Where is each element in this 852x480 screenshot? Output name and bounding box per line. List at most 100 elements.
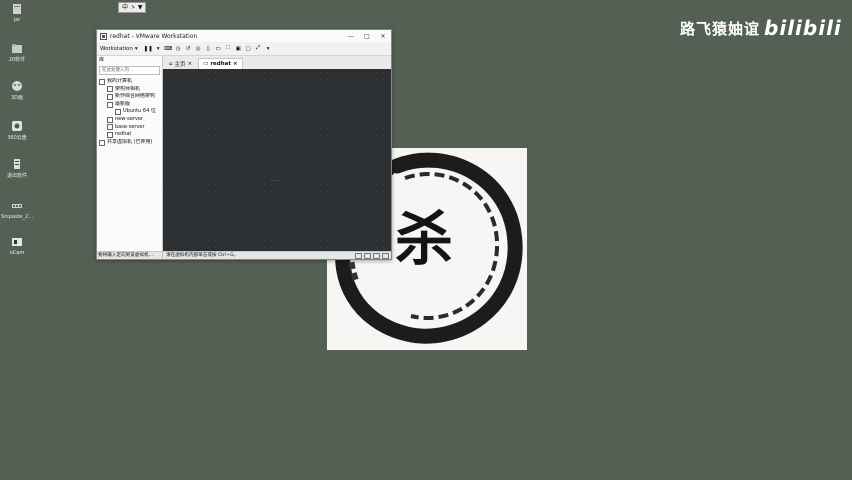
library-tree-label: 最新版 xyxy=(115,100,131,107)
status-bar: 要将输入定向到该虚拟机... 请在虚拟机内部单击或按 Ctrl+G。 xyxy=(97,251,391,259)
image-file-icon xyxy=(12,204,22,208)
desktop-icon-jar[interactable]: jar xyxy=(4,3,30,23)
vm-content: ⌂ 主页 × ▭ redhat × ... xyxy=(163,56,391,252)
library-tree-item[interactable]: Ubuntu 64 位 xyxy=(97,108,162,116)
desktop-icon-label: Snipaste_2... xyxy=(0,214,34,220)
vmware-logo-icon xyxy=(100,32,107,40)
close-tab-icon[interactable]: × xyxy=(233,61,238,67)
desktop-icon-exit[interactable]: 退出软件 xyxy=(4,158,30,179)
desktop-icon-label: 360云盘 xyxy=(7,135,27,141)
library-tree-item[interactable]: 共享虚拟机 (已弃用) xyxy=(97,139,162,147)
library-tree-label: new-server xyxy=(115,115,143,122)
library-tree-label: 新作综合网络架构 xyxy=(115,93,156,100)
desktop-icon-ocam[interactable]: oCam xyxy=(4,236,30,256)
jar-icon xyxy=(13,4,21,14)
window-titlebar[interactable]: redhat - VMware Workstation — □ ✕ xyxy=(97,30,391,42)
library-search-input[interactable]: 在此处键入内... xyxy=(99,66,160,75)
library-tree-label: redhat xyxy=(115,131,132,138)
library-tree-item[interactable]: 我的计算机 xyxy=(97,78,162,86)
minimize-button[interactable]: — xyxy=(343,30,359,42)
status-message: 请在虚拟机内部单击或按 Ctrl+G。 xyxy=(166,253,239,258)
bilibili-logo: bilibili xyxy=(764,16,842,40)
vm-node-icon xyxy=(107,101,113,108)
library-tree-label: 共享虚拟机 (已弃用) xyxy=(107,138,153,145)
close-tab-icon[interactable]: × xyxy=(188,61,193,67)
photo-glyph: 杀 xyxy=(395,205,454,273)
vm-node-icon xyxy=(107,131,113,138)
workstation-menu[interactable]: Workstation ▾ xyxy=(100,46,142,52)
vm-node-icon xyxy=(99,139,105,146)
library-tree-item[interactable]: base-server xyxy=(97,124,162,132)
tab-bar: ⌂ 主页 × ▭ redhat × xyxy=(163,56,391,69)
library-tree-label: base-server xyxy=(115,123,145,130)
window-title: redhat - VMware Workstation xyxy=(110,32,198,40)
vm-node-icon xyxy=(99,78,105,85)
vm-node-icon xyxy=(115,109,121,116)
status-left: 要将输入定向到该虚拟机... xyxy=(97,252,163,259)
vm-node-icon xyxy=(107,86,113,93)
folder-icon xyxy=(12,44,22,53)
camera-icon xyxy=(12,238,22,246)
home-icon: ⌂ xyxy=(169,61,173,67)
library-tree: 我的计算机 架构师相机 新作综合网络架构 最新版 Ubuntu 64 位 new-serv… xyxy=(97,78,162,146)
tab-label: 主页 xyxy=(174,62,186,68)
desktop-icon-folder[interactable]: 20软件 xyxy=(4,42,30,63)
library-tree-item[interactable]: 架构师相机 xyxy=(97,86,162,94)
window-body: 库 在此处键入内... 我的计算机 架构师相机 新作综合网络架构 最新版 Ubuntu … xyxy=(97,56,391,252)
ime-indicator[interactable]: 中 ゝ ▼ xyxy=(118,2,147,13)
desktop-icon-label: oCam xyxy=(9,250,25,256)
sound-icon[interactable] xyxy=(382,252,389,259)
manage-snapshots-icon[interactable]: ◎ xyxy=(195,45,202,52)
revert-snapshot-icon[interactable]: ↺ xyxy=(185,45,192,52)
console-view-icon[interactable]: ▢ xyxy=(245,45,252,52)
video-watermark: 路飞猿妯谊 bilibili xyxy=(680,16,842,40)
maximize-button[interactable]: □ xyxy=(359,30,375,42)
library-panel: 库 在此处键入内... 我的计算机 架构师相机 新作综合网络架构 最新版 Ubuntu … xyxy=(97,56,163,252)
toolbar: Workstation ▾ ❚❚ ▾ ⌨ ◷ ↺ ◎ ▯ ▭ ⛶ ▣ ▢ ⤢ ▾ xyxy=(97,42,391,56)
desktop-icon-label: jar xyxy=(13,17,21,23)
chevron-down-icon: ▾ xyxy=(134,45,138,52)
usb-icon[interactable] xyxy=(373,252,380,259)
library-tree-label: Ubuntu 64 位 xyxy=(123,108,156,115)
library-tree-item[interactable]: redhat xyxy=(97,131,162,139)
thumbnail-view-icon[interactable]: ▭ xyxy=(215,45,222,52)
watermark-text: 路飞猿妯谊 xyxy=(680,19,761,38)
network-icon[interactable] xyxy=(364,252,371,259)
desktop-icon-cloud[interactable]: 360云盘 xyxy=(4,120,30,141)
library-tree-item[interactable]: 新作综合网络架构 xyxy=(97,93,162,101)
library-tree-label: 架构师相机 xyxy=(115,85,141,92)
library-tree-label: 我的计算机 xyxy=(107,78,133,84)
close-button[interactable]: ✕ xyxy=(375,30,391,42)
chevron-down-icon[interactable]: ▾ xyxy=(155,45,162,52)
desktop-icon-label: 退出软件 xyxy=(6,173,27,179)
tab-label: redhat xyxy=(210,61,231,67)
vmware-window[interactable]: redhat - VMware Workstation — □ ✕ Workst… xyxy=(96,29,392,260)
library-tree-item[interactable]: new-server xyxy=(97,116,162,124)
pause-icon[interactable]: ❚❚ xyxy=(144,45,153,52)
exit-icon xyxy=(14,159,20,169)
hard-disk-icon[interactable] xyxy=(355,252,362,259)
paint-icon xyxy=(12,81,22,91)
chevron-down-icon[interactable]: ▾ xyxy=(265,45,272,52)
cloud-icon xyxy=(12,121,22,131)
send-keys-icon[interactable]: ⌨ xyxy=(164,45,172,52)
stretch-icon[interactable]: ⤢ xyxy=(255,45,262,52)
vm-node-icon xyxy=(107,124,113,131)
tab-home[interactable]: ⌂ 主页 × xyxy=(165,59,196,69)
workstation-menu-label: Workstation xyxy=(100,45,133,52)
library-view-icon[interactable]: ▯ xyxy=(205,45,212,52)
vm-node-icon xyxy=(107,93,113,100)
tab-redhat[interactable]: ▭ redhat × xyxy=(198,58,243,69)
desktop-icon-label: 20软件 xyxy=(8,57,26,63)
device-icons xyxy=(355,252,391,259)
snapshot-icon[interactable]: ◷ xyxy=(175,45,182,52)
vm-icon: ▭ xyxy=(203,61,209,67)
vm-screen[interactable]: ... xyxy=(163,69,391,252)
desktop-icon-paint[interactable]: 3D画 xyxy=(4,80,30,101)
unity-icon[interactable]: ▣ xyxy=(235,45,242,52)
library-tree-item[interactable]: 最新版 xyxy=(97,101,162,109)
desktop-icon-label: 3D画 xyxy=(10,95,24,101)
desktop-icon-snipaste[interactable]: Snipaste_2... xyxy=(0,200,34,220)
boot-progress-text: ... xyxy=(271,176,280,183)
full-screen-icon[interactable]: ⛶ xyxy=(225,45,232,52)
